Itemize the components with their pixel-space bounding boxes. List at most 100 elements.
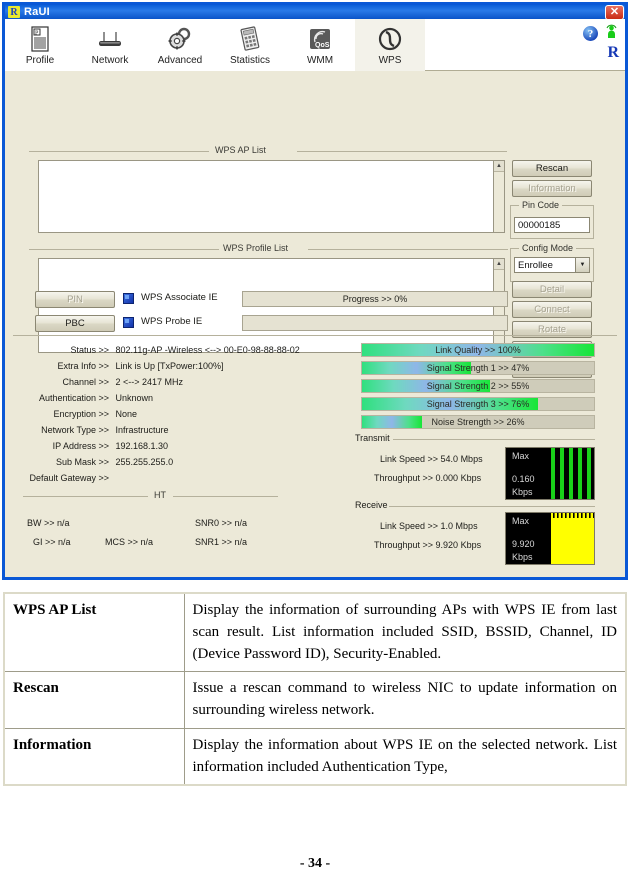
wps-probe-ie-checkbox[interactable] [123,317,134,328]
sub-mask-value: 255.255.255.0 [115,457,174,467]
ht-gi: GI >> n/a [33,537,71,547]
pin-code-input[interactable]: 00000185 [514,217,590,233]
encryption-label: Encryption >> [53,409,109,419]
signal-strength-2-label: Signal Strength 2 >> 55% [426,381,530,391]
main-toolbar: P Profile Network Advanced Statistics Qo… [5,19,625,71]
channel-label: Channel >> [62,377,109,387]
extra-info-value: Link is Up [TxPower:100%] [115,361,224,371]
channel-value: 2 <--> 2417 MHz [115,377,184,387]
signal-strength-1-label: Signal Strength 1 >> 47% [426,363,530,373]
receive-title: Receive [355,500,388,510]
transmit-throughput: Throughput >> 0.000 Kbps [374,473,482,483]
tab-statistics-label: Statistics [229,55,270,66]
wps-ap-list-scrollbar[interactable]: ▲ [493,160,505,233]
config-mode-select[interactable]: Enrollee ▼ [514,257,590,273]
network-type-label: Network Type >> [41,425,109,435]
status-row-network-type: Network Type >> Infrastructure [13,425,169,435]
wmm-qos-icon: QoS [307,24,333,54]
wps-content-panel: WPS AP List ▲ WPS Profile List ▲ Rescan … [5,71,625,577]
network-icon [95,24,125,54]
wps-associate-ie-checkbox[interactable] [123,293,134,304]
chevron-down-icon[interactable]: ▼ [575,258,589,272]
tab-advanced-label: Advanced [157,55,203,66]
tab-profile[interactable]: P Profile [5,19,75,71]
pin-code-label: Pin Code [519,200,563,210]
progress-bar-secondary [242,315,508,331]
help-icon[interactable]: ? [583,26,598,41]
ht-bw: BW >> n/a [27,518,70,528]
ralink-logo-icon: R [8,6,20,18]
tab-network-label: Network [91,55,129,66]
status-row-channel: Channel >> 2 <--> 2417 MHz [13,377,183,387]
ht-mcs: MCS >> n/a [105,537,154,547]
ht-snr1: SNR1 >> n/a [195,537,248,547]
doc-definition-information: Display the information about WPS IE on … [183,727,627,786]
statistics-icon [237,24,263,54]
window-title-bar: R RaUI ✕ [2,2,628,20]
network-type-value: Infrastructure [115,425,169,435]
ip-address-value: 192.168.1.30 [115,441,169,451]
toolbar-tray: ? R [583,19,625,61]
doc-term-information: Information [3,727,185,786]
ap-list-divider-left [29,151,209,152]
close-icon[interactable]: ✕ [605,4,624,20]
receive-link-speed: Link Speed >> 1.0 Mbps [380,521,478,531]
profile-list-divider-right [308,249,508,250]
receive-graph-value: 9.920 [512,539,535,549]
doc-term-rescan: Rescan [3,671,185,729]
signal-strength-1-meter: Signal Strength 1 >> 47% [361,361,595,375]
extra-info-label: Extra Info >> [57,361,109,371]
ap-scroll-up-icon[interactable]: ▲ [494,161,504,172]
pin-button[interactable]: PIN [35,291,115,308]
profile-icon: P [28,24,52,54]
signal-person-icon[interactable] [604,23,619,44]
ht-title: HT [150,490,170,500]
svg-text:QoS: QoS [315,42,330,49]
rescan-button[interactable]: Rescan [512,160,592,177]
profile-list-divider-left [29,249,219,250]
signal-strength-3-label: Signal Strength 3 >> 76% [426,399,530,409]
profile-scroll-up-icon[interactable]: ▲ [494,259,504,270]
tab-profile-label: Profile [25,55,55,66]
ap-list-title: WPS AP List [211,145,270,155]
doc-definition-wps-ap-list: Display the information of surrounding A… [183,592,627,673]
encryption-value: None [115,409,138,419]
connect-button[interactable]: Connect [512,301,592,318]
transmit-divider [393,439,595,440]
information-button[interactable]: Information [512,180,592,197]
transmit-graph-bars [551,448,591,499]
tab-advanced[interactable]: Advanced [145,19,215,71]
sub-mask-label: Sub Mask >> [55,457,109,467]
ip-address-label: IP Address >> [52,441,109,451]
tab-network[interactable]: Network [75,19,145,71]
window-title: RaUI [24,6,50,18]
transmit-link-speed: Link Speed >> 54.0 Mbps [380,454,483,464]
wps-icon [377,24,403,54]
status-row-ip-address: IP Address >> 192.168.1.30 [13,441,168,451]
status-row-default-gateway: Default Gateway >> [13,473,113,483]
tab-wmm[interactable]: QoS WMM [285,19,355,71]
wps-ap-list[interactable] [38,160,493,233]
tab-wps[interactable]: WPS [355,19,425,71]
config-mode-label: Config Mode [519,243,577,253]
table-row: Information Display the information abou… [3,727,627,786]
detail-button[interactable]: Detail [512,281,592,298]
status-label: Status >> [70,345,109,355]
profile-list-title: WPS Profile List [219,243,293,253]
page-number: - 34 - [299,856,331,871]
wps-associate-ie-label: WPS Associate IE [141,292,218,303]
authentication-label: Authentication >> [38,393,109,403]
rau i-main-window: P Profile Network Advanced Statistics Qo… [2,2,628,580]
progress-bar-primary: Progress >> 0% [242,291,508,307]
receive-throughput: Throughput >> 9.920 Kbps [374,540,482,550]
advanced-icon [166,24,194,54]
doc-term-wps-ap-list: WPS AP List [3,592,185,673]
signal-strength-3-meter: Signal Strength 3 >> 76% [361,397,595,411]
ht-snr0: SNR0 >> n/a [195,518,248,528]
transmit-title: Transmit [355,433,390,443]
pbc-button[interactable]: PBC [35,315,115,332]
documentation-table: WPS AP List Display the information of s… [3,592,627,787]
ralink-r-icon[interactable]: R [607,45,619,61]
tab-statistics[interactable]: Statistics [215,19,285,71]
status-value: 802.11g-AP -Wireless <--> 00-E0-98-88-88… [115,345,300,355]
